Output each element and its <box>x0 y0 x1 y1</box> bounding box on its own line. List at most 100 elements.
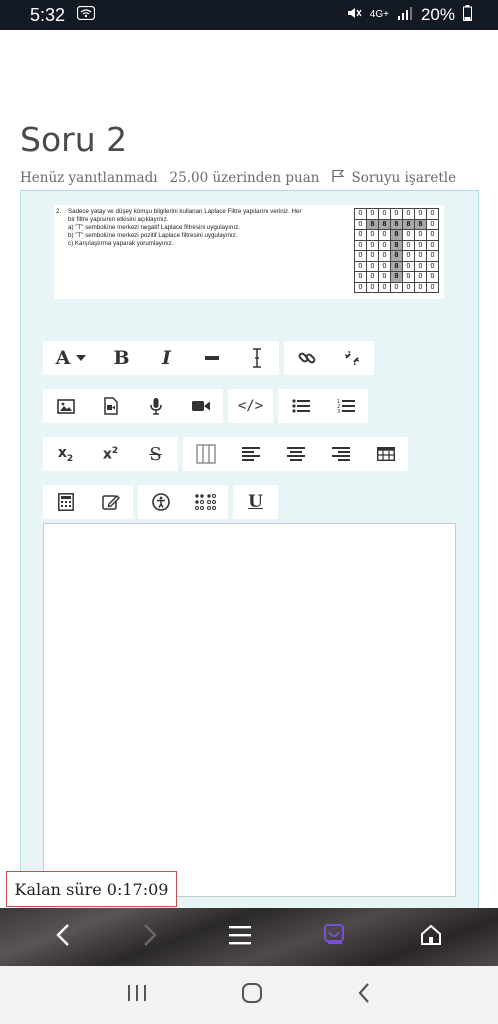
accessibility-icon <box>151 493 170 511</box>
recent-apps-button[interactable] <box>127 984 147 1006</box>
list-ol-icon: 123 <box>337 398 355 414</box>
mute-icon <box>346 5 362 25</box>
matrix-cell: 0 <box>366 281 379 293</box>
matrix-cell: 0 <box>378 250 391 262</box>
list-ul-icon <box>291 399 310 413</box>
matrix-cell: 0 <box>378 239 391 251</box>
strikethrough-button[interactable]: S <box>133 437 178 471</box>
system-home-button[interactable] <box>241 982 263 1008</box>
status-bar: 5:32 4G+ 20% <box>0 0 498 30</box>
insert-table-button[interactable] <box>363 437 408 471</box>
minus-icon <box>204 356 219 360</box>
signal-icon <box>397 5 413 25</box>
screen-reader-helper-button[interactable] <box>183 485 228 519</box>
matrix-cell: 0 <box>426 271 439 283</box>
bold-button[interactable]: B <box>99 341 144 375</box>
align-left-button[interactable] <box>228 437 273 471</box>
matrix-cell: 0 <box>426 250 439 262</box>
matrix-row: 0008000 <box>354 250 439 262</box>
toolbar-group-lists: 123 <box>278 389 368 423</box>
matrix-cell: 0 <box>354 229 367 241</box>
matrix-cell: 0 <box>378 229 391 241</box>
flag-icon <box>331 169 345 187</box>
flag-question-link[interactable]: Soruyu işaretle <box>331 169 456 187</box>
back-button[interactable] <box>56 923 70 951</box>
subscript-button[interactable]: x2 <box>43 437 88 471</box>
home-button[interactable] <box>420 924 442 950</box>
align-left-icon <box>241 447 260 461</box>
question-line: Sadece yatay ve düşey komşu bilgilerini … <box>68 208 302 215</box>
italic-button[interactable]: I <box>144 341 189 375</box>
matrix-cell: 0 <box>390 208 403 220</box>
matrix-cell: 0 <box>426 239 439 251</box>
system-back-button[interactable] <box>357 982 371 1008</box>
equation-button[interactable] <box>43 485 88 519</box>
matrix-cell: 0 <box>402 208 415 220</box>
toolbar-group-underline: U <box>233 485 278 519</box>
matrix-row: 0888880 <box>354 218 439 230</box>
caret-down-icon <box>76 355 87 361</box>
tabs-button[interactable] <box>323 923 347 951</box>
system-nav-bar <box>0 966 498 1024</box>
superscript-button[interactable]: x2 <box>88 437 133 471</box>
battery-percent: 20% <box>420 5 455 24</box>
matrix-cell: 0 <box>378 281 391 293</box>
record-video-button[interactable] <box>178 389 223 423</box>
matrix-cell: 0 <box>414 239 427 251</box>
matrix-cell: 0 <box>402 239 415 251</box>
screenreader-button[interactable] <box>183 437 228 471</box>
unlink-button[interactable] <box>329 341 374 375</box>
link-button[interactable] <box>284 341 329 375</box>
matrix-row: 0008000 <box>354 271 439 283</box>
video-camera-icon <box>191 399 211 413</box>
status-time: 5:32 <box>30 4 66 25</box>
font-style-button[interactable]: A <box>43 341 99 375</box>
matrix-row: 0008000 <box>354 260 439 272</box>
matrix-cell: 0 <box>390 281 403 293</box>
matrix-cell: 8 <box>402 218 415 230</box>
toolbar-group-script: x2 x2 S <box>43 437 178 471</box>
underline-button[interactable]: U <box>233 485 278 519</box>
underline-label: U <box>248 492 263 512</box>
numbered-list-button[interactable]: 123 <box>323 389 368 423</box>
horizontal-rule-button[interactable] <box>189 341 234 375</box>
matrix-cell: 0 <box>402 250 415 262</box>
matrix-cell: 0 <box>414 250 427 262</box>
clear-format-button[interactable] <box>234 341 279 375</box>
timer-text: Kalan süre 0:17:09 <box>14 879 169 899</box>
microphone-icon <box>149 397 162 415</box>
toolbar-group-links <box>284 341 374 375</box>
matrix-row: 0008000 <box>354 239 439 251</box>
bullet-list-button[interactable] <box>278 389 323 423</box>
edit-button[interactable] <box>88 485 133 519</box>
superscript-index: 2 <box>111 445 119 456</box>
matrix-cell: 0 <box>378 271 391 283</box>
toolbar-group-code: </> <box>228 389 273 423</box>
matrix-cell: 0 <box>366 250 379 262</box>
table-icon <box>376 447 395 461</box>
matrix-cell: 0 <box>366 239 379 251</box>
menu-button[interactable] <box>228 925 251 949</box>
record-audio-button[interactable] <box>133 389 178 423</box>
matrix-cell: 0 <box>354 208 367 220</box>
question-line: b) "T" sembolüne merkezi pozitif Laplace… <box>68 232 238 239</box>
matrix-cell: 8 <box>390 250 403 262</box>
html-source-button[interactable]: </> <box>228 389 273 423</box>
matrix-cell: 8 <box>390 229 403 241</box>
accessibility-checker-button[interactable] <box>138 485 183 519</box>
forward-button[interactable] <box>143 923 157 951</box>
wifi-icon <box>76 5 96 25</box>
matrix-cell: 0 <box>414 281 427 293</box>
superscript-label: x2 <box>103 446 118 463</box>
link-icon <box>298 349 316 367</box>
insert-media-button[interactable] <box>88 389 133 423</box>
matrix-cell: 0 <box>378 260 391 272</box>
insert-image-button[interactable] <box>43 389 88 423</box>
matrix-cell: 0 <box>414 208 427 220</box>
answer-editor[interactable] <box>43 523 456 897</box>
align-right-button[interactable] <box>318 437 363 471</box>
file-video-icon <box>103 397 118 415</box>
matrix-cell: 8 <box>366 218 379 230</box>
subscript-label: x2 <box>58 445 73 464</box>
align-center-button[interactable] <box>273 437 318 471</box>
